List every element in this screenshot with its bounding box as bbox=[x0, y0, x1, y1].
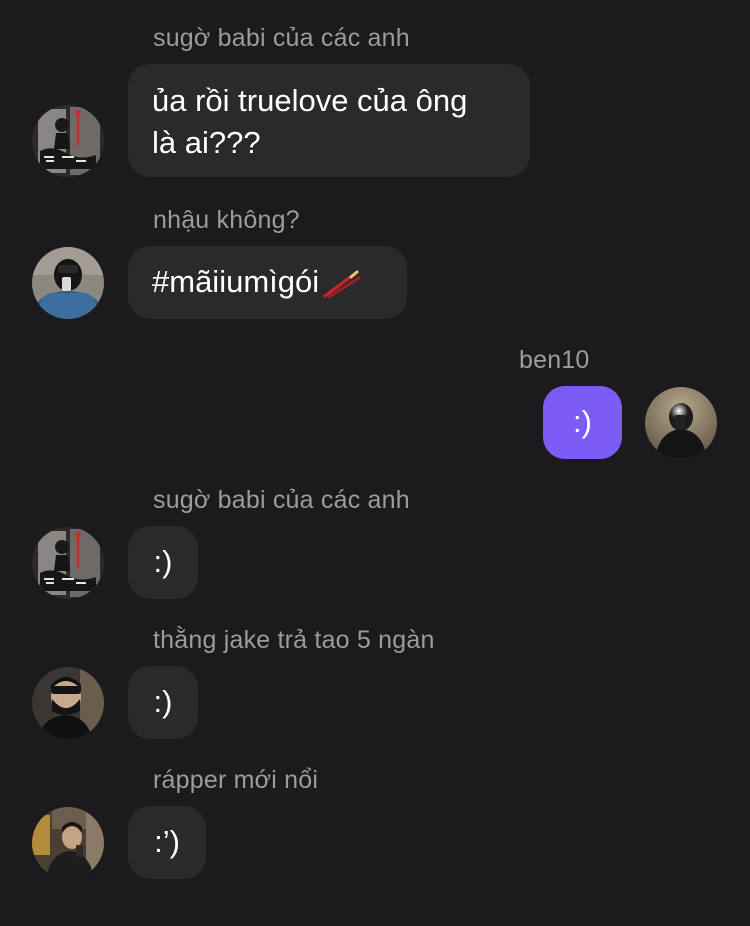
message-text: :’) bbox=[154, 824, 180, 859]
hooded-person-avatar[interactable] bbox=[32, 247, 104, 319]
flash-selfie-avatar[interactable] bbox=[645, 387, 717, 459]
chopsticks-icon bbox=[321, 267, 361, 309]
message-text: :) bbox=[153, 684, 173, 719]
message-bubble[interactable]: :) bbox=[128, 526, 198, 599]
message-text-line: ủa rồi truelove của ông bbox=[152, 83, 468, 118]
message-text-line: là ai??? bbox=[152, 125, 261, 160]
chat-thread[interactable]: sugờ babi của các anh ủa rồi truelove củ… bbox=[0, 0, 750, 926]
masked-person-avatar[interactable] bbox=[32, 667, 104, 739]
message-text: :) bbox=[153, 544, 173, 579]
sender-name: rápper mới nổi bbox=[153, 766, 319, 794]
sender-name: thằng jake trả tao 5 ngàn bbox=[153, 626, 435, 654]
message-text: :) bbox=[573, 404, 592, 439]
message-bubble[interactable]: :’) bbox=[128, 806, 206, 879]
message-text: #mãiiumìgói bbox=[152, 264, 320, 299]
my-message-bubble[interactable]: :) bbox=[543, 386, 622, 459]
graffiti-sticker-avatar[interactable] bbox=[32, 527, 104, 599]
message-bubble[interactable]: #mãiiumìgói bbox=[128, 246, 407, 319]
sender-name: ben10 bbox=[519, 346, 590, 374]
sender-name: sugờ babi của các anh bbox=[153, 24, 410, 52]
message-bubble[interactable]: :) bbox=[128, 666, 198, 739]
sender-name: nhậu không? bbox=[153, 206, 300, 234]
message-bubble[interactable]: ủa rồi truelove của ông là ai??? bbox=[128, 64, 530, 177]
sender-name: sugờ babi của các anh bbox=[153, 486, 410, 514]
graffiti-sticker-avatar[interactable] bbox=[32, 105, 104, 177]
person-in-room-avatar[interactable] bbox=[32, 807, 104, 879]
